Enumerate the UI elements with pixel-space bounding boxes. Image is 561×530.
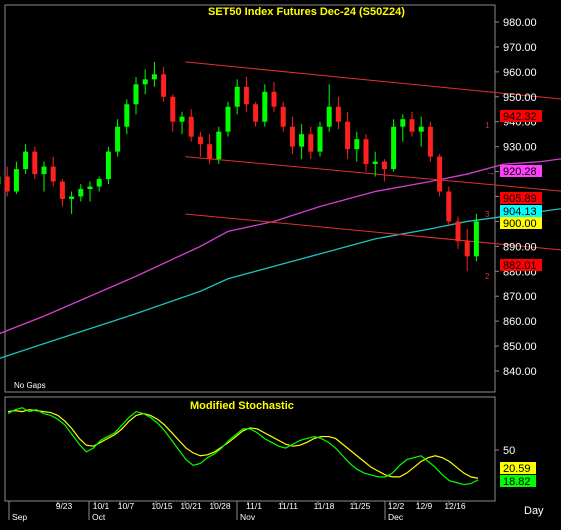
- candle-body: [151, 74, 157, 80]
- x-tick-label: 10/28: [209, 501, 231, 511]
- month-label: Dec: [388, 512, 404, 522]
- candle-body: [335, 106, 341, 122]
- x-tick-label: 12/16: [444, 501, 466, 511]
- candle-body: [262, 91, 268, 122]
- y-tick-label: 930.00: [503, 142, 537, 154]
- candle-body: [87, 186, 93, 190]
- candle-body: [464, 241, 470, 257]
- price-tag-text: 920.28: [503, 166, 537, 178]
- candle-body: [59, 181, 65, 199]
- candle-body: [69, 196, 75, 199]
- x-tick-label: 10/7: [118, 501, 135, 511]
- x-tick-label: 11/1: [246, 501, 262, 511]
- month-label: Oct: [92, 512, 106, 522]
- candle-body: [234, 86, 240, 107]
- month-label: Sep: [12, 512, 27, 522]
- ma-marker-arrow: →: [486, 167, 495, 177]
- candle-body: [13, 169, 19, 192]
- candle-body: [473, 221, 479, 257]
- chart-svg: SET50 Index Futures Dec-24 (S50Z24) No G…: [0, 0, 561, 525]
- candle-body: [400, 119, 406, 127]
- y-tick-label: 860.00: [503, 316, 537, 328]
- candle-body: [0, 176, 1, 185]
- x-tick-label: 10/1: [93, 501, 110, 511]
- candle-body: [115, 126, 121, 152]
- y-tick-label: 970.00: [503, 42, 537, 54]
- price-tag-text: 942.32: [503, 111, 537, 123]
- y-tick-label: 840.00: [503, 366, 537, 378]
- candle-body: [354, 139, 360, 150]
- y-tick-label: 950.00: [503, 92, 537, 104]
- stoch-tag-text: 18.82: [503, 476, 531, 488]
- channel-line-label: 3: [485, 210, 490, 219]
- x-tick-label: 10/21: [180, 501, 202, 511]
- candle-body: [225, 106, 231, 132]
- candle-body: [372, 161, 378, 165]
- candle-body: [280, 106, 286, 127]
- y-tick-label: 850.00: [503, 341, 537, 353]
- x-tick-label: 12/2: [388, 501, 405, 511]
- no-gaps-note: No Gaps: [14, 381, 46, 390]
- candle-body: [216, 131, 222, 160]
- channel-line-label: 1: [485, 121, 490, 130]
- candle-body: [289, 126, 295, 147]
- candle-body: [243, 86, 249, 105]
- candle-body: [124, 104, 130, 127]
- stoch-tag-text: 20.59: [503, 463, 531, 475]
- candle-body: [50, 166, 56, 182]
- candle-body: [41, 166, 47, 175]
- x-tick-label: 11/11: [278, 501, 298, 511]
- candle-body: [96, 179, 102, 187]
- candle-body: [427, 126, 433, 157]
- x-tick-label: 9/23: [56, 501, 73, 511]
- month-label: Nov: [240, 512, 256, 522]
- candle-body: [105, 151, 111, 180]
- candle-body: [271, 91, 277, 107]
- candle-body: [381, 161, 387, 170]
- candle-body: [179, 116, 185, 122]
- candle-body: [188, 116, 194, 137]
- candle-body: [455, 221, 461, 242]
- price-tag-text: 882.01: [503, 260, 537, 272]
- candle-body: [446, 191, 452, 222]
- candle-body: [437, 156, 443, 192]
- candle-body: [317, 126, 323, 152]
- candle-body: [161, 74, 167, 97]
- price-chart-title: SET50 Index Futures Dec-24 (S50Z24): [208, 6, 405, 18]
- candle-body: [4, 176, 10, 192]
- candle-body: [253, 104, 259, 122]
- candle-body: [142, 79, 148, 85]
- day-period-label[interactable]: Day: [524, 505, 544, 517]
- candle-body: [207, 144, 213, 160]
- x-tick-label: 12/9: [416, 501, 433, 511]
- candle-body: [23, 151, 29, 170]
- x-tick-label: 11/25: [350, 501, 371, 511]
- candle-body: [78, 189, 84, 197]
- candle-body: [308, 134, 314, 152]
- stoch-y-tick-label: 50: [503, 445, 515, 457]
- price-tag-text: 904.13: [503, 206, 537, 218]
- x-tick-label: 11/18: [314, 501, 335, 511]
- y-tick-label: 870.00: [503, 291, 537, 303]
- y-tick-label: 980.00: [503, 17, 537, 29]
- stochastic-title: Modified Stochastic: [190, 400, 294, 412]
- candle-body: [418, 126, 424, 132]
- candle-body: [345, 121, 351, 150]
- candle-body: [391, 126, 397, 170]
- candle-body: [197, 136, 203, 145]
- price-tag-text: 905.89: [503, 193, 537, 205]
- x-tick-label: 10/15: [151, 501, 173, 511]
- y-tick-label: 960.00: [503, 67, 537, 79]
- candle-body: [409, 119, 415, 132]
- candle-body: [32, 151, 38, 175]
- candle-body: [170, 96, 176, 122]
- chart-window: SET50 Index Futures Dec-24 (S50Z24) No G…: [0, 0, 561, 525]
- candle-body: [363, 139, 369, 165]
- channel-line-label: 2: [485, 272, 490, 281]
- candle-body: [326, 106, 332, 127]
- y-tick-label: 890.00: [503, 241, 537, 253]
- candle-body: [133, 84, 139, 105]
- candle-body: [299, 134, 305, 147]
- price-tag-text: 900.00: [503, 218, 537, 230]
